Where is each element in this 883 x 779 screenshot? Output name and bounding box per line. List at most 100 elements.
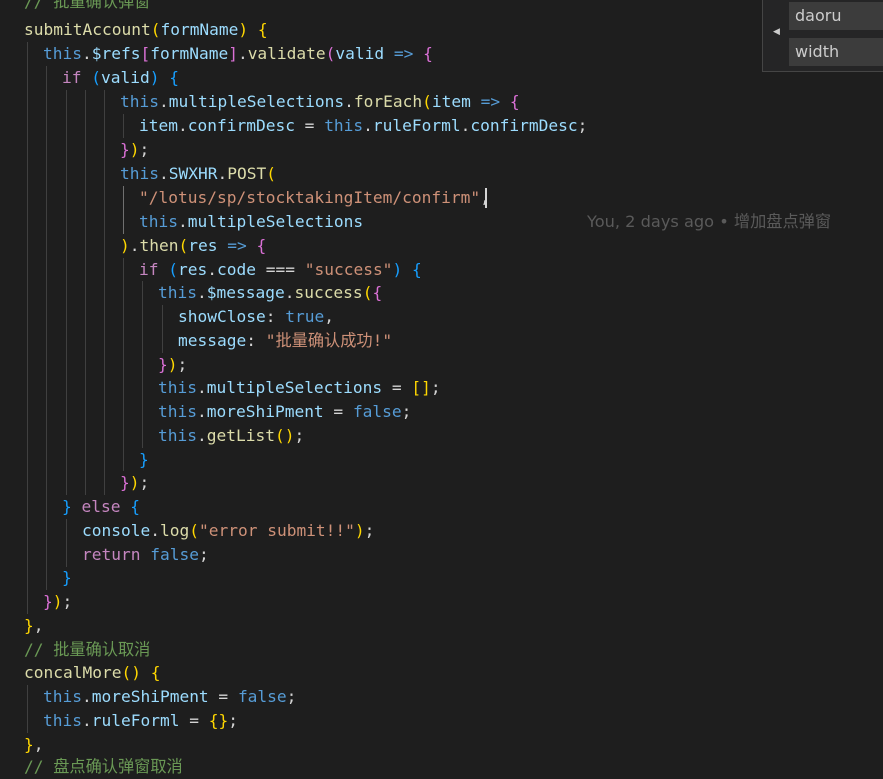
code-token: this bbox=[324, 116, 364, 135]
code-token: // 批量确认取消 bbox=[24, 640, 151, 659]
code-token: validate bbox=[247, 44, 326, 63]
code-line[interactable]: // 盘点确认弹窗取消 bbox=[24, 755, 183, 779]
code-line[interactable]: this.moreShiPment = false; bbox=[43, 685, 296, 709]
text-cursor bbox=[485, 188, 487, 208]
code-token: . bbox=[158, 164, 169, 183]
code-line[interactable]: submitAccount(formName) { bbox=[24, 18, 268, 42]
code-line[interactable]: message: "批量确认成功!" bbox=[178, 329, 392, 353]
code-token: res bbox=[188, 236, 218, 255]
code-token: false bbox=[237, 687, 287, 706]
code-token: { bbox=[169, 68, 179, 87]
code-line[interactable]: this.ruleForml = {}; bbox=[43, 709, 238, 733]
code-token: POST bbox=[227, 164, 267, 183]
expand-arrow-icon[interactable]: ◀ bbox=[773, 27, 780, 37]
code-line[interactable]: // 批量确认弹窗 bbox=[24, 0, 150, 14]
code-token: forEach bbox=[353, 92, 423, 111]
code-token: this bbox=[158, 283, 197, 302]
code-line[interactable]: if (res.code === "success") { bbox=[139, 258, 422, 282]
code-token: ) bbox=[129, 140, 140, 159]
code-line[interactable]: concalMore() { bbox=[24, 661, 160, 685]
code-token: this bbox=[43, 711, 82, 730]
code-line[interactable]: } bbox=[139, 448, 149, 472]
code-line[interactable]: ).then(res => { bbox=[120, 234, 266, 258]
code-line[interactable]: showClose: true, bbox=[178, 305, 334, 329]
code-line[interactable]: item.confirmDesc = this.ruleForml.confir… bbox=[139, 114, 587, 138]
code-token: message bbox=[178, 331, 247, 350]
code-line[interactable]: if (valid) { bbox=[62, 66, 179, 90]
code-token: } bbox=[24, 735, 34, 754]
code-line[interactable]: }); bbox=[120, 138, 149, 162]
code-token: . bbox=[81, 44, 92, 63]
code-token: ] bbox=[228, 44, 238, 63]
code-token: , bbox=[324, 307, 334, 326]
code-line[interactable]: // 批量确认取消 bbox=[24, 638, 150, 662]
code-token: ( bbox=[189, 521, 199, 540]
code-line[interactable]: this.$refs[formName].validate(valid => { bbox=[43, 42, 433, 66]
code-token: . bbox=[196, 283, 207, 302]
code-token: . bbox=[129, 236, 140, 255]
code-token: ; bbox=[401, 402, 412, 421]
code-token: this bbox=[120, 164, 159, 183]
code-token: this bbox=[43, 687, 82, 706]
code-token: multipleSelections bbox=[187, 212, 364, 231]
code-token: getList bbox=[206, 426, 275, 445]
code-token: formName bbox=[160, 20, 239, 39]
code-token: [] bbox=[411, 378, 431, 397]
code-token: } bbox=[62, 497, 72, 516]
code-line[interactable]: this.getList(); bbox=[158, 424, 304, 448]
code-token: SWXHR bbox=[168, 164, 218, 183]
code-line[interactable]: "/lotus/sp/stocktakingItem/confirm", bbox=[139, 186, 490, 210]
code-token: false bbox=[150, 545, 199, 564]
code-line[interactable]: }, bbox=[24, 733, 44, 757]
code-token: ( bbox=[325, 44, 336, 63]
code-line[interactable]: this.multipleSelections = []; bbox=[158, 376, 441, 400]
code-token: . bbox=[158, 92, 169, 111]
code-line[interactable]: console.log("error submit!!"); bbox=[82, 519, 374, 543]
code-token: ; bbox=[577, 116, 588, 135]
code-token: ; bbox=[364, 521, 375, 540]
suggestion-item[interactable]: daoru bbox=[789, 2, 883, 30]
code-line[interactable]: return false; bbox=[82, 543, 209, 567]
code-line[interactable]: }); bbox=[43, 590, 72, 614]
code-line[interactable]: }); bbox=[120, 471, 149, 495]
code-token: () bbox=[121, 663, 141, 682]
code-token: item bbox=[431, 92, 471, 111]
code-line[interactable]: }); bbox=[158, 353, 187, 377]
code-line[interactable]: this.multipleSelections.forEach(item => … bbox=[120, 90, 520, 114]
code-token: . bbox=[460, 116, 471, 135]
code-line[interactable]: }, bbox=[24, 614, 44, 638]
code-token: } bbox=[120, 140, 130, 159]
code-token: $message bbox=[206, 283, 285, 302]
code-token: . bbox=[344, 92, 354, 111]
code-token: multipleSelections bbox=[206, 378, 383, 397]
code-line[interactable]: this.$message.success({ bbox=[158, 281, 382, 305]
code-token: . bbox=[363, 116, 373, 135]
code-token: // 批量确认弹窗 bbox=[24, 0, 151, 11]
code-editor[interactable]: // 批量确认弹窗 submitAccount(formName) {this.$… bbox=[0, 0, 883, 776]
code-token: "/lotus/sp/stocktakingItem/confirm" bbox=[139, 188, 481, 207]
code-line[interactable]: } bbox=[62, 566, 72, 590]
code-token: confirmDesc bbox=[187, 116, 295, 135]
code-token: ) bbox=[392, 260, 403, 279]
code-line[interactable]: this.multipleSelections bbox=[139, 210, 363, 234]
code-token: "批量确认成功!" bbox=[265, 331, 393, 350]
code-token: === bbox=[255, 260, 305, 279]
code-token: this bbox=[158, 378, 197, 397]
code-token: . bbox=[217, 164, 228, 183]
code-token: code bbox=[217, 260, 256, 279]
code-token: ( bbox=[178, 236, 189, 255]
code-token: : bbox=[246, 331, 266, 350]
code-token: = bbox=[208, 687, 238, 706]
code-line[interactable]: this.SWXHR.POST( bbox=[120, 162, 276, 186]
suggestion-widget[interactable]: ◀ daoru width bbox=[762, 0, 883, 72]
code-line[interactable]: this.moreShiPment = false; bbox=[158, 400, 411, 424]
code-token: else bbox=[81, 497, 121, 516]
code-line[interactable]: } else { bbox=[62, 495, 140, 519]
code-token: ) bbox=[167, 355, 178, 374]
suggestion-item[interactable]: width bbox=[789, 38, 883, 66]
code-token: . bbox=[150, 521, 160, 540]
